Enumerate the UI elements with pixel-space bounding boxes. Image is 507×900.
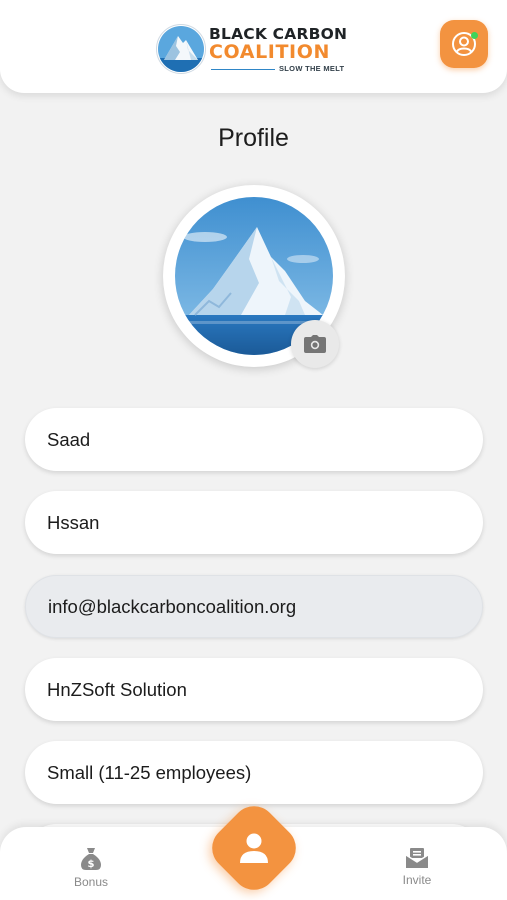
company-field[interactable]: HnZSoft Solution xyxy=(25,658,483,721)
logo-tagline: SLOW THE MELT xyxy=(279,64,345,73)
svg-text:$: $ xyxy=(88,859,95,870)
company-size-field[interactable]: Small (11-25 employees) xyxy=(25,741,483,804)
account-button[interactable] xyxy=(440,20,488,68)
page-title: Profile xyxy=(218,124,289,152)
camera-icon xyxy=(304,335,326,353)
first-name-field[interactable]: Saad xyxy=(25,408,483,471)
profile-fab-icon-wrap xyxy=(230,824,278,872)
last-name-field[interactable]: Hssan xyxy=(25,491,483,554)
logo-divider xyxy=(211,69,275,70)
logo-subtitle: COALITION xyxy=(209,41,330,63)
email-field: info@blackcarboncoalition.org xyxy=(25,575,483,638)
online-status-dot xyxy=(471,32,478,39)
nav-invite[interactable]: Invite xyxy=(377,847,457,887)
mountain-logo-icon xyxy=(156,24,206,74)
nav-invite-label: Invite xyxy=(402,873,432,887)
app-header: BLACK CARBON COALITION SLOW THE MELT xyxy=(0,0,507,93)
brand-logo[interactable]: BLACK CARBON COALITION SLOW THE MELT xyxy=(156,22,356,76)
nav-bonus[interactable]: $ Bonus xyxy=(51,847,131,889)
money-bag-icon: $ xyxy=(81,848,101,870)
invite-envelope-icon xyxy=(405,848,429,868)
change-photo-button[interactable] xyxy=(291,320,339,368)
user-icon xyxy=(240,833,268,863)
nav-bonus-label: Bonus xyxy=(73,875,109,889)
